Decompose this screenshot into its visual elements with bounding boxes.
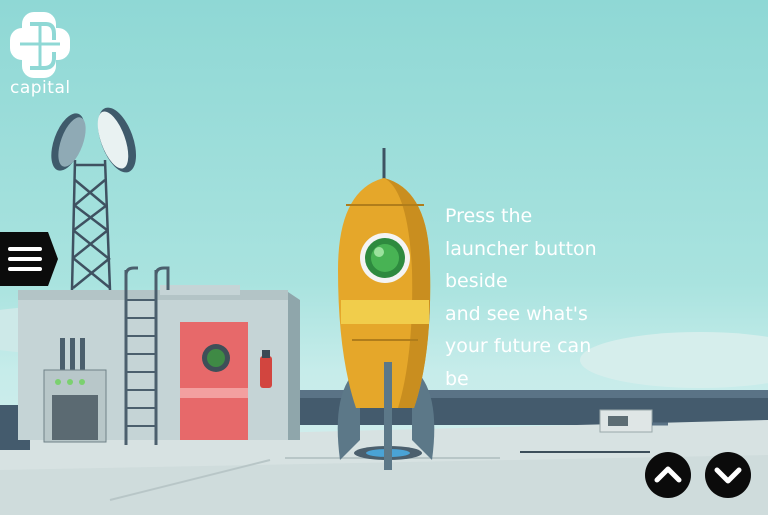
chevron-down-icon [714, 467, 742, 484]
menu-button[interactable] [0, 232, 58, 286]
chevron-up-icon [654, 466, 682, 483]
scroll-up-button[interactable] [645, 452, 691, 498]
instruction-line: and see what's [445, 302, 588, 325]
capital-logo-icon [10, 12, 70, 78]
instruction-line: beside [445, 270, 508, 292]
instruction-text: Press the launcher button beside and see… [445, 200, 645, 395]
scroll-down-button[interactable] [705, 452, 751, 498]
instruction-line: be [445, 367, 469, 390]
brand-name: capital [10, 78, 71, 98]
launcher-button[interactable] [360, 233, 410, 283]
instruction-line: your future can [445, 335, 592, 357]
hamburger-menu-icon [0, 232, 58, 286]
rooftop-scene: capital Press the launcher button beside… [0, 0, 768, 515]
instruction-line: launcher button [445, 237, 597, 260]
instruction-line: Press the [445, 205, 533, 227]
